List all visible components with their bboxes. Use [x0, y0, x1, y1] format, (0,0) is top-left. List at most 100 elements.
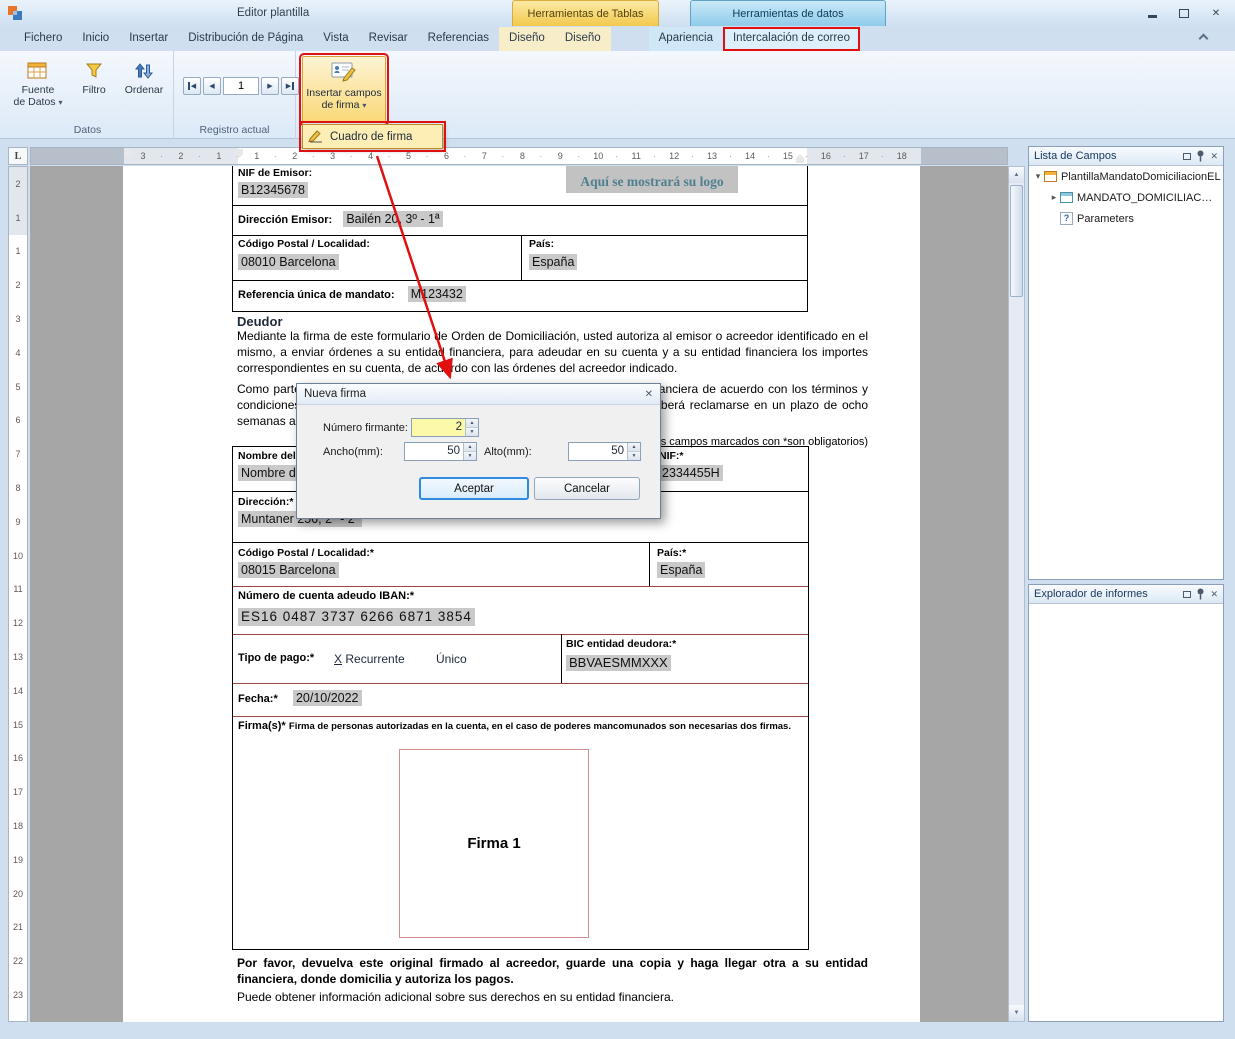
- dialog-close-button[interactable]: ✕: [645, 389, 653, 400]
- aceptar-button[interactable]: Aceptar: [419, 477, 529, 500]
- scrollbar-thumb[interactable]: [1010, 185, 1023, 297]
- first-record-button[interactable]: ◀: [183, 77, 201, 95]
- vertical-ruler[interactable]: 211234567891011121314151617181920212223: [8, 166, 28, 1022]
- tree-item-parameters[interactable]: ?Parameters: [1029, 208, 1223, 229]
- minimize-button[interactable]: [1139, 5, 1165, 21]
- data-source-button[interactable]: Fuente de Datos ▾: [8, 53, 68, 125]
- next-record-button[interactable]: ▶: [261, 77, 279, 95]
- pin-icon[interactable]: [1196, 588, 1205, 600]
- dialog-title-bar[interactable]: Nueva firma ✕: [297, 384, 660, 405]
- ancho-input[interactable]: 50 ▲ ▼: [404, 442, 477, 461]
- filter-button[interactable]: Filtro: [72, 53, 116, 125]
- tab-insertar[interactable]: Insertar: [119, 27, 178, 51]
- tab-diseño[interactable]: Diseño: [555, 27, 611, 51]
- cp-emisor-field[interactable]: 08010 Barcelona: [238, 254, 339, 270]
- tree-item-mandato-domiciliac-[interactable]: ▸ MANDATO_DOMICILIAC…: [1029, 187, 1223, 208]
- tab-intercalación-de-correo[interactable]: Intercalación de correo: [723, 27, 860, 51]
- tipo-pago-unico[interactable]: Único: [436, 652, 467, 666]
- restore-button[interactable]: [1171, 5, 1197, 21]
- v-ruler-number: 20: [9, 877, 27, 911]
- cancelar-button[interactable]: Cancelar: [534, 477, 640, 500]
- numero-firmante-input[interactable]: 2 ▲ ▼: [411, 418, 479, 437]
- dialog-close-icon: ✕: [645, 389, 653, 400]
- scroll-down-button[interactable]: ▼: [1009, 1005, 1024, 1021]
- alto-label: Alto(mm):: [484, 446, 532, 458]
- v-ruler-number: 13: [9, 640, 27, 674]
- iban-field[interactable]: ES16 0487 3737 6266 6871 3854: [238, 608, 475, 626]
- bic-field[interactable]: BBVAESMMXXX: [566, 655, 671, 671]
- maximize-panel-icon[interactable]: [1183, 153, 1191, 160]
- record-number-input[interactable]: [223, 77, 259, 95]
- v-ruler-number: 6: [9, 404, 27, 438]
- h-ruler-number: 6: [428, 148, 466, 164]
- tab-distribución-de-página[interactable]: Distribución de Página: [178, 27, 313, 51]
- pais-emisor-field[interactable]: España: [529, 254, 577, 270]
- field-list-header[interactable]: Lista de Campos ✕: [1029, 147, 1223, 166]
- tree-item-plantillamandatodomiciliacionel[interactable]: ▾ PlantillaMandatoDomiciliacionEL: [1029, 166, 1223, 187]
- close-panel-icon[interactable]: ✕: [1210, 590, 1218, 599]
- pin-icon[interactable]: [1196, 150, 1205, 162]
- tree-item-label: MANDATO_DOMICILIAC…: [1077, 192, 1212, 204]
- tab-fichero[interactable]: Fichero: [14, 27, 72, 51]
- contextual-tab-group-tables[interactable]: Herramientas de Tablas: [512, 0, 659, 26]
- tab-selector-box[interactable]: L: [8, 147, 28, 165]
- tree-chevron-expanded-icon[interactable]: ▾: [1032, 171, 1044, 182]
- v-ruler-number: 12: [9, 606, 27, 640]
- report-explorer-header[interactable]: Explorador de informes ✕: [1029, 585, 1223, 604]
- alto-input[interactable]: 50 ▲ ▼: [568, 442, 641, 461]
- tab-diseño[interactable]: Diseño: [499, 27, 555, 51]
- logo-placeholder[interactable]: Aquí se mostrará su logo: [566, 166, 738, 193]
- signature-box-firma-1[interactable]: Firma 1: [399, 749, 589, 938]
- spin-up-icon: ▲: [466, 419, 478, 427]
- direccion-emisor-field[interactable]: Bailén 20, 3º - 1ª: [343, 211, 442, 227]
- numero-firmante-spinner[interactable]: ▲ ▼: [465, 419, 478, 436]
- numero-firmante-label: Número firmante:: [323, 422, 408, 434]
- previous-record-button[interactable]: ◀: [203, 77, 221, 95]
- close-button[interactable]: ✕: [1203, 5, 1229, 21]
- tab-apariencia[interactable]: Apariencia: [649, 27, 723, 51]
- spin-down-icon: ▼: [628, 451, 640, 460]
- v-ruler-number: 5: [9, 370, 27, 404]
- close-panel-icon[interactable]: ✕: [1210, 152, 1218, 161]
- v-ruler-number: 16: [9, 742, 27, 776]
- sort-button[interactable]: Ordenar: [118, 53, 170, 125]
- tab-revisar[interactable]: Revisar: [359, 27, 418, 51]
- h-ruler-number: 16: [807, 148, 845, 164]
- app-icon: [7, 5, 23, 21]
- cp-deudor-field[interactable]: 08015 Barcelona: [238, 562, 339, 578]
- nif-emisor-label: NIF de Emisor:: [238, 167, 312, 179]
- tree-chevron-collapsed-icon[interactable]: ▸: [1048, 192, 1060, 203]
- insert-signature-fields-button[interactable]: Insertar campos de firma ▾: [302, 56, 386, 123]
- tab-referencias[interactable]: Referencias: [418, 27, 499, 51]
- collapse-ribbon-button[interactable]: [1200, 35, 1209, 44]
- menu-item-cuadro-de-firma[interactable]: Cuadro de firma: [302, 124, 443, 149]
- pais-deudor-field[interactable]: España: [657, 562, 705, 578]
- firmas-label: Firma(s)*: [238, 720, 286, 732]
- document-page[interactable]: NIF de Emisor: B12345678 Aquí se mostrar…: [123, 166, 920, 1022]
- h-ruler-number: 2: [162, 148, 200, 164]
- alto-spinner[interactable]: ▲ ▼: [627, 443, 640, 460]
- ancho-spinner[interactable]: ▲ ▼: [463, 443, 476, 460]
- horizontal-ruler[interactable]: 321123456789101112131415161718: [30, 147, 1008, 165]
- nif-deudor-field[interactable]: 2334455H: [659, 465, 723, 481]
- v-ruler-number: 1: [9, 235, 27, 269]
- vertical-scrollbar[interactable]: ▲ ▼: [1008, 166, 1025, 1022]
- direccion-emisor-row: Dirección Emisor: Bailén 20, 3º - 1ª: [238, 211, 443, 227]
- referencia-field[interactable]: M123432: [408, 286, 466, 302]
- scroll-up-icon: ▲: [1014, 172, 1020, 178]
- fecha-field[interactable]: 20/10/2022: [293, 690, 362, 706]
- maximize-panel-icon[interactable]: [1183, 591, 1191, 598]
- last-record-button[interactable]: ▶: [281, 77, 299, 95]
- nif-emisor-field[interactable]: B12345678: [238, 182, 308, 198]
- h-ruler-number: 2: [276, 148, 314, 164]
- scroll-up-button[interactable]: ▲: [1009, 167, 1024, 183]
- v-ruler-number: 18: [9, 809, 27, 843]
- tab-vista[interactable]: Vista: [313, 27, 358, 51]
- ribbon: Fuente de Datos ▾ Filtro Ordenar Datos: [0, 51, 1235, 139]
- h-ruler-number: 1: [238, 148, 276, 164]
- tree-item-label: PlantillaMandatoDomiciliacionEL: [1061, 171, 1221, 183]
- tab-inicio[interactable]: Inicio: [72, 27, 119, 51]
- pais-emisor-label: País:: [529, 238, 554, 250]
- tipo-pago-recurrente[interactable]: X Recurrente: [334, 652, 405, 666]
- contextual-tab-group-data[interactable]: Herramientas de datos: [690, 0, 886, 26]
